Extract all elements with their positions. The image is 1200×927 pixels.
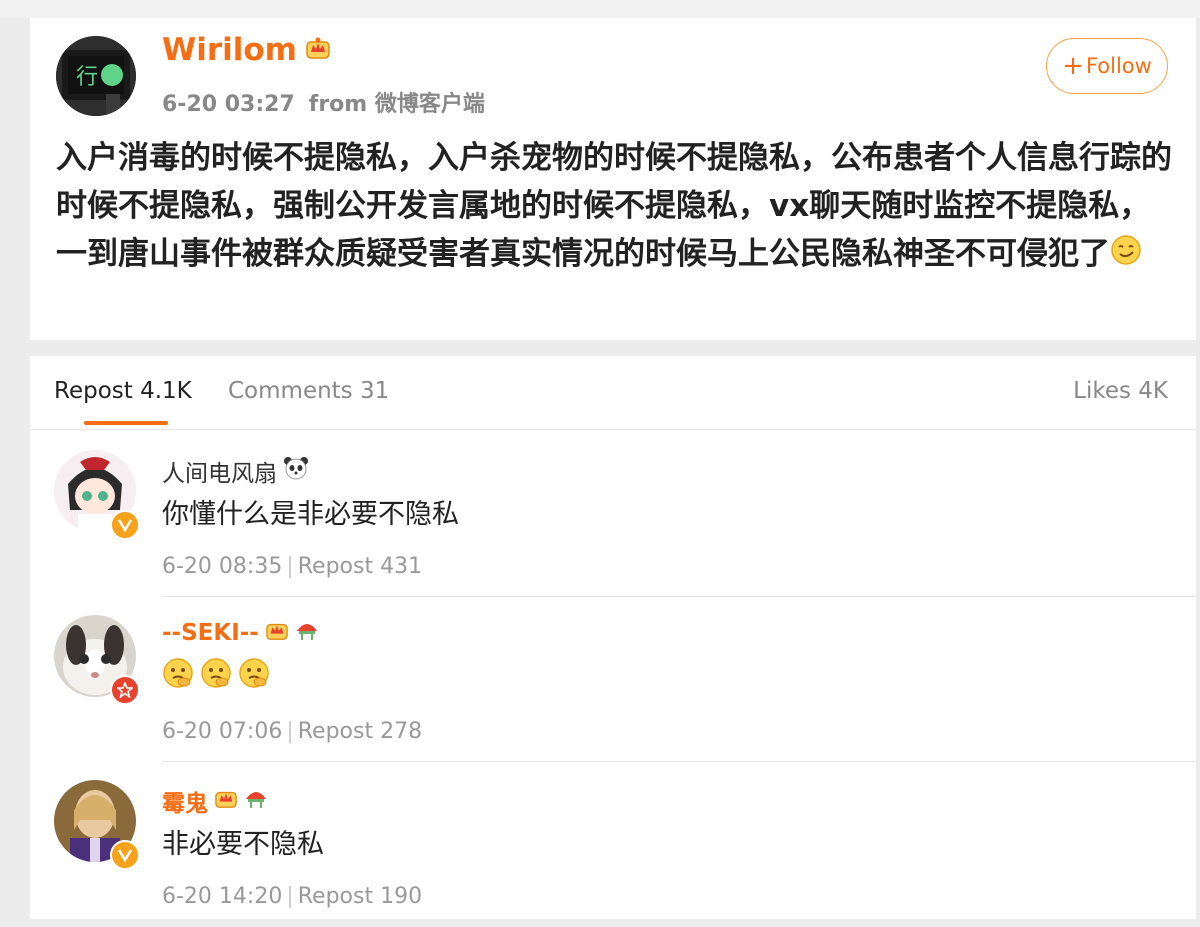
repost-time[interactable]: 6-20 14:20 (162, 884, 282, 909)
post-author-name[interactable]: Wirilom (162, 32, 331, 68)
post-source: from 微博客户端 (308, 92, 485, 117)
post-meta: 6-20 03:27 from 微博客户端 (162, 86, 499, 118)
post-author-avatar[interactable]: 行 (56, 36, 136, 116)
repost-text: 非必要不隐私 (162, 829, 324, 860)
crown-badge-icon (214, 787, 238, 815)
verified-badge-icon (110, 840, 140, 870)
tab-comments[interactable]: Comments 31 (228, 378, 389, 404)
repost-text: 你懂什么是非必要不隐私 (162, 499, 459, 530)
traffic-sign-avatar-icon: 行 (56, 36, 136, 116)
tab-repost[interactable]: Repost 4.1K (54, 378, 192, 404)
crown-badge-icon (305, 32, 331, 68)
divider (30, 429, 1196, 430)
separator: | (286, 884, 294, 909)
separator: | (286, 554, 294, 579)
svg-text:行: 行 (76, 65, 98, 90)
reposts-card: Repost 4.1K Comments 31 Likes 4K 人间电风扇 你… (30, 356, 1196, 919)
plus-icon: + (1062, 51, 1084, 81)
post-time[interactable]: 6-20 03:27 (162, 92, 295, 117)
repost-count[interactable]: Repost 278 (298, 719, 422, 744)
star-badge-icon (110, 675, 140, 705)
thinking-emoji-icon (238, 657, 270, 696)
repost-item: 人间电风扇 你懂什么是非必要不隐私 6-20 08:35 | Repost 431 (30, 432, 1196, 597)
repost-author-name[interactable]: --SEKI-- (162, 619, 319, 647)
follow-button[interactable]: + Follow (1046, 38, 1168, 94)
repost-author-name[interactable]: 霉鬼 (162, 784, 268, 818)
post-card: 行 Wirilom 6-20 03:27 from 微博客户端 + Follow … (30, 18, 1196, 340)
repost-time[interactable]: 6-20 07:06 (162, 719, 282, 744)
repost-author-name[interactable]: 人间电风扇 (162, 454, 309, 488)
repost-item: --SEKI-- 6-20 07:06 | Repost 278 (30, 597, 1196, 762)
fan-badge-icon (295, 619, 319, 647)
top-strip (0, 0, 1200, 18)
verified-badge-icon (110, 510, 140, 540)
thinking-emoji-icon (162, 657, 194, 696)
active-tab-indicator (84, 421, 168, 425)
repost-text (162, 657, 270, 696)
crown-badge-icon (265, 619, 289, 647)
repost-meta: 6-20 07:06 | Repost 278 (162, 719, 422, 744)
repost-item: 霉鬼 非必要不隐私 6-20 14:20 | Repost 190 (30, 762, 1196, 927)
repost-count[interactable]: Repost 431 (298, 554, 422, 579)
repost-meta: 6-20 08:35 | Repost 431 (162, 554, 422, 579)
fan-badge-icon (244, 787, 268, 815)
smirk-emoji-icon (1110, 232, 1142, 280)
repost-count[interactable]: Repost 190 (298, 884, 422, 909)
thinking-emoji-icon (200, 657, 232, 696)
post-content: 入户消毒的时候不提隐私，入户杀宠物的时候不提隐私，公布患者个人信息行踪的时候不提… (56, 134, 1176, 280)
repost-meta: 6-20 14:20 | Repost 190 (162, 884, 422, 909)
tab-bar: Repost 4.1K Comments 31 Likes 4K (30, 356, 1196, 430)
repost-time[interactable]: 6-20 08:35 (162, 554, 282, 579)
separator: | (286, 719, 294, 744)
tab-likes[interactable]: Likes 4K (1073, 378, 1168, 404)
panda-icon (283, 456, 309, 486)
